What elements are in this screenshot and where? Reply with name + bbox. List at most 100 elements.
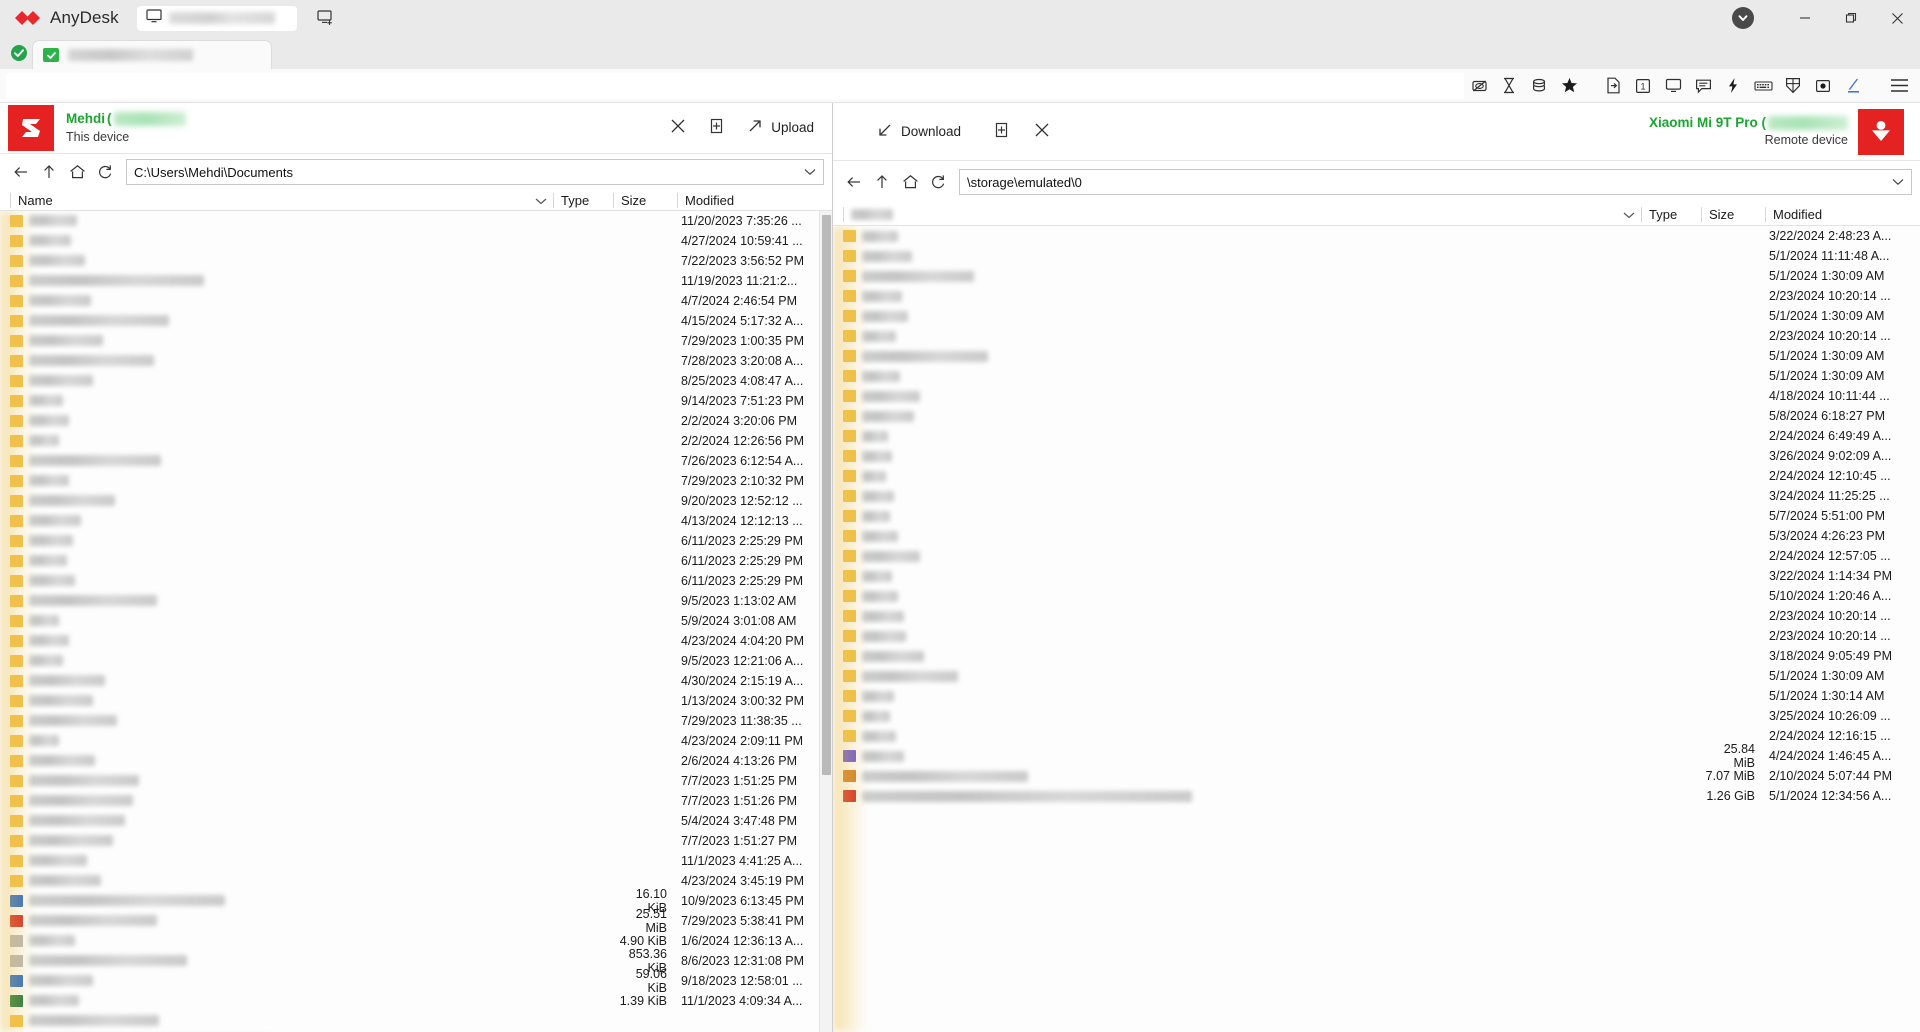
close-icon[interactable] bbox=[1874, 0, 1920, 36]
tracker-blocked-icon[interactable] bbox=[1464, 71, 1494, 101]
table-row[interactable]: 5/7/2024 5:51:00 PM bbox=[833, 506, 1920, 526]
browser-tab[interactable] bbox=[32, 40, 272, 69]
sort-chevron-down-icon[interactable] bbox=[535, 193, 547, 208]
table-row[interactable]: 2/24/2024 12:57:05 ... bbox=[833, 546, 1920, 566]
table-row[interactable]: 5/1/2024 1:30:14 AM bbox=[833, 686, 1920, 706]
shield-icon[interactable] bbox=[1778, 71, 1808, 101]
remote-file-list[interactable]: 3/22/2024 2:48:23 A... 5/1/2024 11:11:48 … bbox=[833, 226, 1920, 1032]
table-row[interactable]: 3/24/2024 11:25:25 ... bbox=[833, 486, 1920, 506]
table-row[interactable]: 4/23/2024 2:09:11 PM bbox=[0, 731, 832, 751]
table-row[interactable]: 3/25/2024 10:26:09 ... bbox=[833, 706, 1920, 726]
column-header-modified[interactable]: Modified bbox=[677, 192, 832, 208]
table-row[interactable]: 16.10 KiB 10/9/2023 6:13:45 PM bbox=[0, 887, 832, 915]
local-scrollbar-thumb[interactable] bbox=[822, 214, 831, 775]
table-row[interactable]: 11/19/2023 11:21:2... bbox=[0, 271, 832, 291]
hourglass-icon[interactable] bbox=[1494, 71, 1524, 101]
table-row[interactable]: 2/6/2024 4:13:26 PM bbox=[0, 751, 832, 771]
table-row[interactable]: 6/11/2023 2:25:29 PM bbox=[0, 531, 832, 551]
table-row[interactable]: 2/2/2024 12:26:56 PM bbox=[0, 431, 832, 451]
chevron-down-icon[interactable] bbox=[801, 168, 819, 176]
local-list-scrollbar[interactable] bbox=[819, 210, 832, 1032]
table-row[interactable]: 11/20/2023 7:35:26 ... bbox=[0, 211, 832, 231]
table-row[interactable]: 5/1/2024 1:30:09 AM bbox=[833, 346, 1920, 366]
record-icon[interactable] bbox=[1808, 71, 1838, 101]
tab-counter-icon[interactable]: 1 bbox=[1628, 71, 1658, 101]
sort-chevron-down-icon[interactable] bbox=[1623, 207, 1635, 222]
lightning-icon[interactable] bbox=[1718, 71, 1748, 101]
table-row[interactable]: 9/5/2023 12:21:06 A... bbox=[0, 651, 832, 671]
column-header-size[interactable]: Size bbox=[1701, 206, 1765, 222]
close-session-button[interactable] bbox=[1024, 115, 1060, 149]
table-row[interactable]: 1.39 KiB 11/1/2023 4:09:34 A... bbox=[0, 991, 832, 1011]
up-arrow-icon[interactable] bbox=[36, 159, 62, 185]
upload-button[interactable]: Upload bbox=[739, 111, 822, 145]
table-row[interactable]: 9/5/2023 1:13:02 AM bbox=[0, 591, 832, 611]
table-row[interactable]: 3/18/2024 9:05:49 PM bbox=[833, 646, 1920, 666]
table-row[interactable]: 4/13/2024 12:12:13 ... bbox=[0, 511, 832, 531]
table-row[interactable]: 2/23/2024 10:20:14 ... bbox=[833, 626, 1920, 646]
home-icon[interactable] bbox=[64, 159, 90, 185]
table-row[interactable]: 1/13/2024 3:00:32 PM bbox=[0, 691, 832, 711]
table-row[interactable] bbox=[0, 1011, 832, 1031]
table-row[interactable]: 2/23/2024 10:20:14 ... bbox=[833, 606, 1920, 626]
remote-path-input[interactable]: \storage\emulated\0 bbox=[959, 169, 1912, 195]
table-row[interactable]: 7/7/2023 1:51:25 PM bbox=[0, 771, 832, 791]
shield-check-icon[interactable] bbox=[6, 36, 32, 69]
column-header-modified[interactable]: Modified bbox=[1765, 206, 1920, 222]
table-row[interactable]: 4.90 KiB 1/6/2024 12:36:13 A... bbox=[0, 931, 832, 951]
table-row[interactable]: 2/23/2024 10:20:14 ... bbox=[833, 286, 1920, 306]
table-row[interactable]: 5/8/2024 6:18:27 PM bbox=[833, 406, 1920, 426]
table-row[interactable]: 59.06 KiB 9/18/2023 12:58:01 ... bbox=[0, 967, 832, 995]
new-tab-button[interactable] bbox=[985, 115, 1020, 149]
table-row[interactable]: 7/26/2023 6:12:54 A... bbox=[0, 451, 832, 471]
up-arrow-icon[interactable] bbox=[869, 169, 895, 195]
table-row[interactable]: 3/22/2024 2:48:23 A... bbox=[833, 226, 1920, 246]
local-path-input[interactable]: C:\Users\Mehdi\Documents bbox=[126, 159, 824, 186]
table-row[interactable]: 4/27/2024 10:59:41 ... bbox=[0, 231, 832, 251]
table-row[interactable]: 25.84 MiB 4/24/2024 1:46:45 A... bbox=[833, 742, 1920, 770]
table-row[interactable]: 8/25/2023 4:08:47 A... bbox=[0, 371, 832, 391]
table-row[interactable]: 5/1/2024 1:30:09 AM bbox=[833, 266, 1920, 286]
home-icon[interactable] bbox=[897, 169, 923, 195]
back-arrow-icon[interactable] bbox=[841, 169, 867, 195]
table-row[interactable]: 5/10/2024 1:20:46 A... bbox=[833, 586, 1920, 606]
database-icon[interactable] bbox=[1524, 71, 1554, 101]
pen-underline-icon[interactable] bbox=[1838, 71, 1868, 101]
table-row[interactable]: 2/2/2024 3:20:06 PM bbox=[0, 411, 832, 431]
keyboard-icon[interactable] bbox=[1748, 71, 1778, 101]
table-row[interactable]: 9/20/2023 12:52:12 ... bbox=[0, 491, 832, 511]
table-row[interactable]: 5/9/2024 3:01:08 AM bbox=[0, 611, 832, 631]
table-row[interactable]: 4/23/2024 4:04:20 PM bbox=[0, 631, 832, 651]
screen-icon[interactable] bbox=[1658, 71, 1688, 101]
table-row[interactable]: 2/24/2024 12:10:45 ... bbox=[833, 466, 1920, 486]
minimize-icon[interactable] bbox=[1782, 0, 1828, 36]
table-row[interactable]: 7/29/2023 1:00:35 PM bbox=[0, 331, 832, 351]
menu-icon[interactable] bbox=[1882, 71, 1916, 101]
table-row[interactable]: 4/15/2024 5:17:32 A... bbox=[0, 311, 832, 331]
back-arrow-icon[interactable] bbox=[8, 159, 34, 185]
table-row[interactable]: 4/18/2024 10:11:44 ... bbox=[833, 386, 1920, 406]
table-row[interactable]: 7/7/2023 1:51:26 PM bbox=[0, 791, 832, 811]
table-row[interactable]: 7/7/2023 1:51:27 PM bbox=[0, 831, 832, 851]
table-row[interactable]: 7/22/2023 3:56:52 PM bbox=[0, 251, 832, 271]
star-icon[interactable] bbox=[1554, 71, 1584, 101]
table-row[interactable]: 5/1/2024 1:30:09 AM bbox=[833, 666, 1920, 686]
new-connection-icon[interactable] bbox=[315, 7, 337, 29]
table-row[interactable]: 5/4/2024 3:47:48 PM bbox=[0, 811, 832, 831]
table-row[interactable]: 4/30/2024 2:15:19 A... bbox=[0, 671, 832, 691]
table-row[interactable]: 7/29/2023 11:38:35 ... bbox=[0, 711, 832, 731]
table-row[interactable]: 2/23/2024 10:20:14 ... bbox=[833, 326, 1920, 346]
export-page-icon[interactable] bbox=[1598, 71, 1628, 101]
download-badge-icon[interactable] bbox=[1732, 7, 1754, 29]
table-row[interactable]: 11/1/2023 4:41:25 A... bbox=[0, 851, 832, 871]
close-session-button[interactable] bbox=[660, 111, 696, 145]
column-header-size[interactable]: Size bbox=[613, 192, 677, 208]
omnibox-input[interactable] bbox=[6, 72, 1464, 99]
table-row[interactable]: 4/7/2024 2:46:54 PM bbox=[0, 291, 832, 311]
table-row[interactable]: 7/29/2023 2:10:32 PM bbox=[0, 471, 832, 491]
table-row[interactable]: 1.26 GiB 5/1/2024 12:34:56 A... bbox=[833, 786, 1920, 806]
table-row[interactable]: 2/24/2024 6:49:49 A... bbox=[833, 426, 1920, 446]
refresh-icon[interactable] bbox=[92, 159, 118, 185]
maximize-icon[interactable] bbox=[1828, 0, 1874, 36]
table-row[interactable]: 7/28/2023 3:20:08 A... bbox=[0, 351, 832, 371]
